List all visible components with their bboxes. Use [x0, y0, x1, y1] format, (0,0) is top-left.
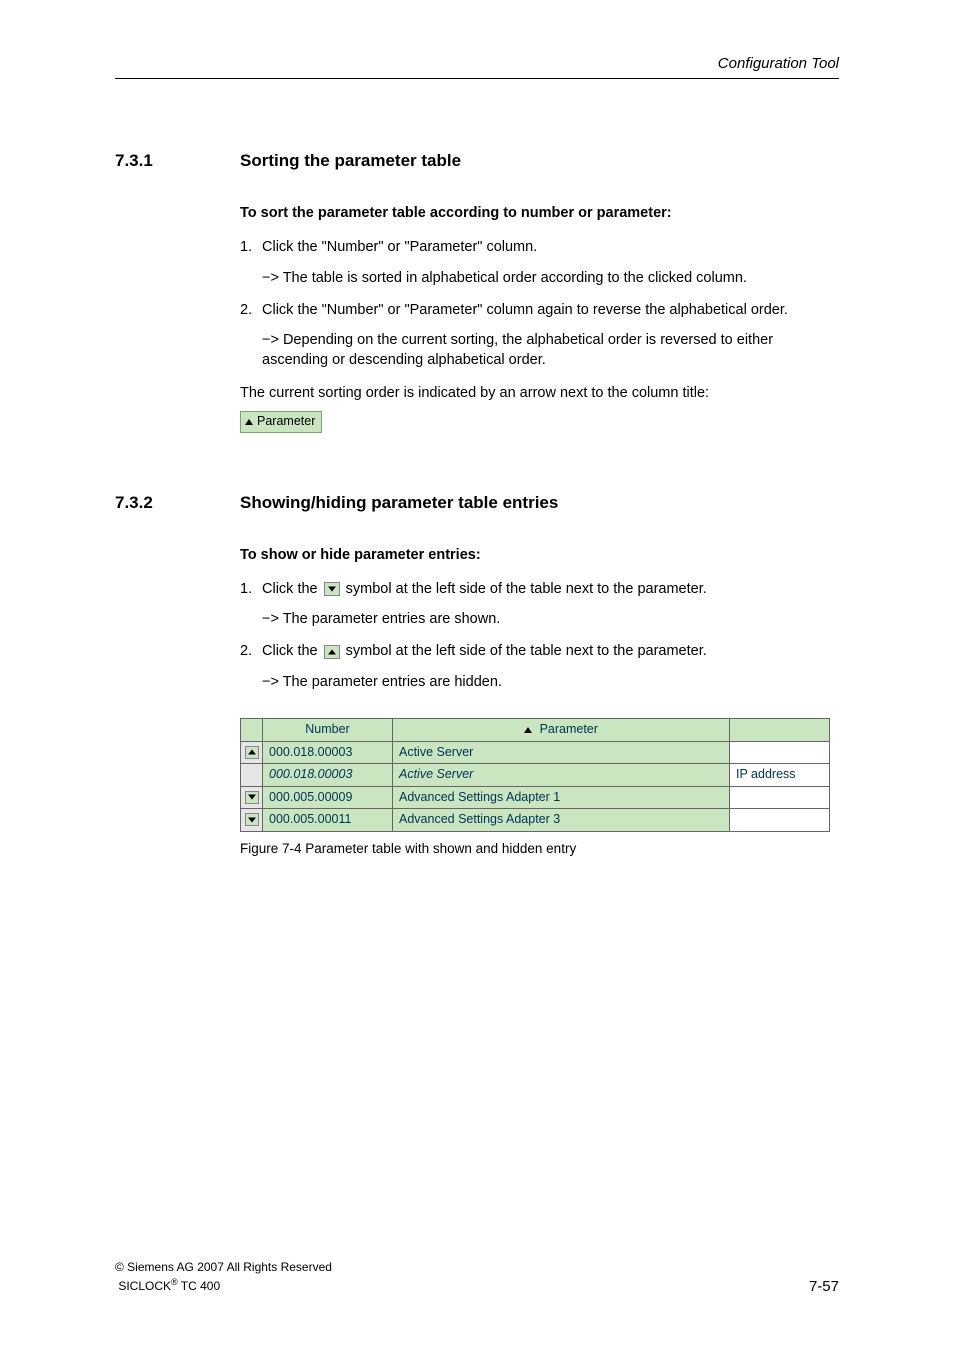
footer-copyright: © Siemens AG 2007 All Rights Reserved [115, 1259, 332, 1276]
step-number: 1. [240, 579, 262, 599]
expand-button-icon [324, 582, 340, 596]
step-result: −> The table is sorted in alphabetical o… [262, 268, 839, 288]
row-toggle-cell[interactable] [241, 809, 263, 832]
row-toggle-cell [241, 764, 263, 787]
row-toggle-cell[interactable] [241, 741, 263, 764]
cell-value [730, 786, 830, 809]
step-number: 2. [240, 641, 262, 661]
col-parameter-label: Parameter [540, 722, 598, 736]
collapse-row-icon[interactable] [245, 746, 259, 759]
step-result: −> The parameter entries are shown. [262, 609, 839, 629]
row-toggle-cell[interactable] [241, 786, 263, 809]
step-result: −> Depending on the current sorting, the… [262, 330, 839, 371]
col-value [730, 719, 830, 742]
cell-number: 000.018.00003 [263, 764, 393, 787]
section-number: 7.3.2 [115, 493, 240, 513]
cell-number: 000.018.00003 [263, 741, 393, 764]
footer-product: SICLOCK® TC 400 [115, 1276, 332, 1295]
step-text: Click the "Number" or "Parameter" column… [262, 237, 839, 257]
col-number[interactable]: Number [263, 719, 393, 742]
expand-row-icon[interactable] [245, 813, 259, 826]
step-text: Click the symbol at the left side of the… [262, 641, 839, 661]
cell-value [730, 809, 830, 832]
section-title: Showing/hiding parameter table entries [240, 493, 558, 513]
cell-parameter: Active Server [393, 764, 730, 787]
cell-number: 000.005.00009 [263, 786, 393, 809]
text-fragment: Click the [262, 643, 322, 659]
cell-value [730, 741, 830, 764]
table-row: 000.005.00011Advanced Settings Adapter 3 [241, 809, 830, 832]
step-result: −> The parameter entries are hidden. [262, 672, 839, 692]
cell-parameter: Advanced Settings Adapter 1 [393, 786, 730, 809]
text-fragment: symbol at the left side of the table nex… [342, 581, 707, 597]
text-fragment: Click the [262, 581, 322, 597]
section-title: Sorting the parameter table [240, 151, 461, 171]
col-toggle [241, 719, 263, 742]
cell-number: 000.005.00011 [263, 809, 393, 832]
sort-indicator-example: Parameter [240, 411, 322, 433]
header-rule [115, 78, 839, 79]
step-number: 1. [240, 237, 262, 257]
col-parameter[interactable]: Parameter [393, 719, 730, 742]
subheading: To show or hide parameter entries: [240, 545, 839, 565]
arrow-up-icon [524, 727, 532, 733]
page-number: 7-57 [809, 1278, 839, 1295]
table-row: 000.018.00003Active ServerIP address [241, 764, 830, 787]
header-title: Configuration Tool [115, 55, 839, 72]
figure-caption: Figure 7-4 Parameter table with shown an… [240, 840, 839, 859]
step-text: Click the "Number" or "Parameter" column… [262, 300, 839, 320]
cell-parameter: Advanced Settings Adapter 3 [393, 809, 730, 832]
collapse-button-icon [324, 645, 340, 659]
cell-parameter: Active Server [393, 741, 730, 764]
expand-row-icon[interactable] [245, 791, 259, 804]
figure-wrapper: Number Parameter 000.018.00003Active Ser… [240, 718, 839, 858]
step-text: Click the symbol at the left side of the… [262, 579, 839, 599]
section-number: 7.3.1 [115, 151, 240, 171]
table-row: 000.018.00003Active Server [241, 741, 830, 764]
text-fragment: symbol at the left side of the table nex… [342, 643, 707, 659]
paragraph: The current sorting order is indicated b… [240, 383, 839, 403]
step-number: 2. [240, 300, 262, 320]
table-row: 000.005.00009Advanced Settings Adapter 1 [241, 786, 830, 809]
page-footer: © Siemens AG 2007 All Rights Reserved SI… [115, 1259, 839, 1295]
parameter-table: Number Parameter 000.018.00003Active Ser… [240, 718, 830, 832]
section-732: 7.3.2 Showing/hiding parameter table ent… [115, 493, 839, 859]
subheading: To sort the parameter table according to… [240, 203, 839, 223]
arrow-up-icon [245, 419, 253, 425]
sort-indicator-label: Parameter [257, 414, 315, 428]
section-731: 7.3.1 Sorting the parameter table To sor… [115, 151, 839, 433]
cell-value: IP address [730, 764, 830, 787]
